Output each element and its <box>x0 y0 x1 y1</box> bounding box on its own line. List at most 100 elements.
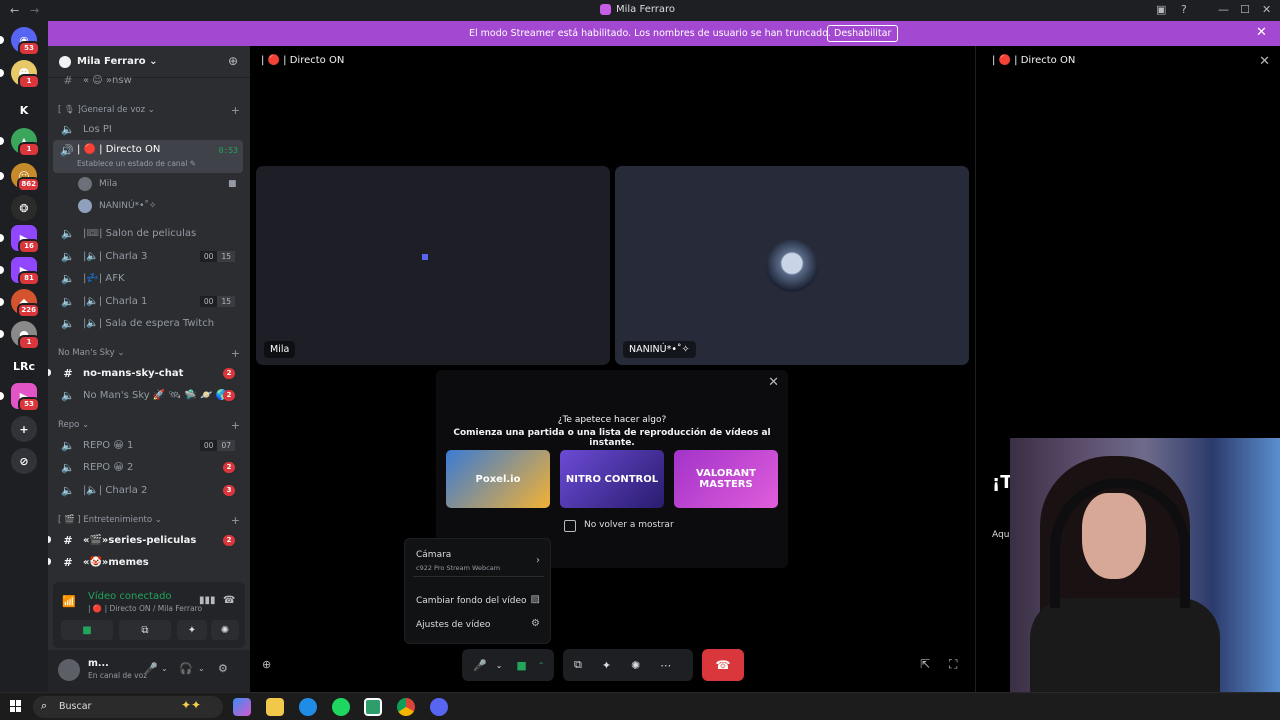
server-icon[interactable]: ▶ 81 <box>11 257 40 286</box>
invite-to-call-icon[interactable]: ⊕ <box>262 658 271 671</box>
category-no-mans-sky[interactable]: No Man's Sky ⌄ + <box>58 347 244 362</box>
server-icon[interactable]: ● 1 <box>11 321 40 350</box>
channel-memes[interactable]: # «🤡»memes <box>54 552 242 572</box>
camera-icon[interactable]: ■ <box>516 659 526 672</box>
server-icon[interactable]: ▶ 53 <box>11 383 40 412</box>
dont-show-checkbox[interactable] <box>564 520 576 532</box>
channel-no-mans-sky-voice[interactable]: 🔈 No Man's Sky 🚀 🛰 🛸 🪐 🌎 2 <box>54 385 242 405</box>
camera-toggle-button[interactable]: ■ <box>61 620 113 640</box>
soundboard-icon[interactable]: ✺ <box>631 659 640 672</box>
channel-directo-on[interactable]: 🔊 | 🔴 | Directo ON Establece un estado d… <box>53 140 243 173</box>
discord-icon[interactable] <box>430 698 448 716</box>
chevron-down-icon[interactable]: ⌄ <box>161 664 168 673</box>
leave-call-button[interactable]: ☎ <box>702 649 744 681</box>
video-settings-item[interactable]: Ajustes de vídeo <box>416 620 490 630</box>
invite-icon[interactable]: ⊕ <box>228 54 238 68</box>
edge-icon[interactable] <box>299 698 317 716</box>
channel-sala-espera[interactable]: 🔈 |🔈| Sala de espera Twitch <box>54 313 242 333</box>
category-general-voz[interactable]: [ 🎙 ]General de voz ⌄ + <box>58 104 244 119</box>
server-icon[interactable]: ▶ 16 <box>11 225 40 254</box>
channel-repo-2[interactable]: 🔈 REPO 😀 22 <box>54 457 242 477</box>
channel-status[interactable]: Establece un estado de canal ✎ <box>77 159 196 168</box>
file-explorer-icon[interactable] <box>266 698 284 716</box>
avatar[interactable] <box>58 659 80 681</box>
voice-user-mila[interactable]: Mila ■ <box>78 175 237 193</box>
chevron-down-icon[interactable]: ⌄ <box>496 661 503 670</box>
username[interactable]: m... <box>88 658 109 669</box>
help-icon[interactable]: ? <box>1181 3 1187 16</box>
voice-status[interactable]: Vídeo conectado <box>88 591 172 602</box>
minimize-button[interactable]: — <box>1218 3 1229 16</box>
channel-charla-3[interactable]: 🔈 |🔈| Charla 3 00 15 <box>54 246 242 266</box>
start-icon[interactable] <box>10 700 22 712</box>
server-icon[interactable]: ◆ 226 <box>11 289 40 318</box>
forward-icon[interactable]: → <box>30 4 39 17</box>
activity-icon[interactable]: ✦ <box>602 659 611 672</box>
copilot-icon[interactable] <box>233 698 251 716</box>
signal-icon[interactable]: 📶 <box>62 595 76 608</box>
banner-close-icon[interactable]: ✕ <box>1256 25 1267 40</box>
chrome-icon[interactable] <box>397 698 415 716</box>
server-icon[interactable]: + <box>11 416 37 442</box>
channel-nsw[interactable]: # « ☺ »nsw <box>54 70 242 90</box>
game-card-valorant[interactable]: VALORANT MASTERS <box>674 450 778 508</box>
camera-menu-item[interactable]: Cámara <box>416 550 451 560</box>
microphone-icon[interactable]: 🎤 <box>473 659 487 672</box>
channel-repo-1[interactable]: 🔈 REPO 😀 1 00 07 <box>54 435 242 455</box>
close-window-button[interactable]: ✕ <box>1262 3 1271 16</box>
game-card-nitro-control[interactable]: NITRO CONTROL <box>560 450 664 508</box>
channel-charla-1[interactable]: 🔈 |🔈| Charla 1 00 15 <box>54 291 242 311</box>
screen-share-icon[interactable]: ⧉ <box>574 658 582 672</box>
dont-show-label[interactable]: No volver a mostrar <box>584 520 674 530</box>
noise-suppression-icon[interactable]: ▮▮▮ <box>199 595 216 606</box>
disable-streamer-button[interactable]: Deshabilitar <box>827 25 899 42</box>
close-icon[interactable]: ✕ <box>768 375 779 390</box>
voice-channel-path[interactable]: | 🔴 | Directo ON / Mila Ferraro <box>88 604 202 613</box>
close-icon[interactable]: ✕ <box>1259 54 1270 69</box>
more-icon[interactable]: ⋯ <box>660 659 671 672</box>
spotify-icon[interactable] <box>332 698 350 716</box>
add-channel-icon[interactable]: + <box>231 514 240 527</box>
fullscreen-icon[interactable]: ⛶ <box>949 657 957 672</box>
soundboard-button[interactable]: ✺ <box>211 620 239 640</box>
add-channel-icon[interactable]: + <box>231 419 240 432</box>
chevron-down-icon[interactable]: ⌄ <box>198 664 205 673</box>
voice-user-naninu[interactable]: NANINÚ*•˚✧ <box>78 197 156 215</box>
add-channel-icon[interactable]: + <box>231 347 240 360</box>
taskbar-search[interactable]: ⌕ Buscar ✦✦ <box>33 696 223 718</box>
server-name[interactable]: Mila Ferraro ⌄ <box>77 56 158 67</box>
inbox-icon[interactable]: ▣ <box>1156 3 1166 16</box>
settings-icon[interactable]: ⚙ <box>218 662 228 675</box>
channel-charla-2[interactable]: 🔈 |🔈| Charla 23 <box>54 480 242 500</box>
channel-no-mans-sky-chat[interactable]: # no-mans-sky-chat 2 <box>54 363 242 383</box>
video-tile-naninu[interactable]: NANINÚ*•˚✧ <box>615 166 969 365</box>
change-background-item[interactable]: Cambiar fondo del vídeo <box>416 596 527 606</box>
video-tile-mila[interactable]: Mila <box>256 166 610 365</box>
disconnect-icon[interactable]: ☎ <box>223 595 235 606</box>
server-icon[interactable]: ☻ 1 <box>11 60 40 89</box>
microphone-icon[interactable]: 🎤 <box>144 662 158 675</box>
category-repo[interactable]: Repo ⌄ + <box>58 419 244 434</box>
app-icon[interactable] <box>364 698 382 716</box>
headphones-icon[interactable]: 🎧 <box>179 662 193 675</box>
channel-los-pi[interactable]: 🔈 Los PI <box>54 119 242 139</box>
server-icon[interactable]: ⊘ <box>11 448 37 474</box>
server-icon[interactable]: ☺ 862 <box>11 163 40 192</box>
server-icon[interactable]: ▲ 1 <box>11 128 40 157</box>
channel-salon[interactable]: 🔈 |🎟| Salon de peliculas <box>54 223 242 243</box>
channel-afk[interactable]: 🔈 |💤| AFK <box>54 268 242 288</box>
back-icon[interactable]: ← <box>10 4 19 17</box>
add-channel-icon[interactable]: + <box>231 104 240 117</box>
popout-icon[interactable]: ⇱ <box>920 657 930 671</box>
channel-series-peliculas[interactable]: # «🎬»series-peliculas 2 <box>54 530 242 550</box>
activities-button[interactable]: ✦ <box>177 620 207 640</box>
category-entretenimiento[interactable]: [ 🎬 ] Entretenimiento ⌄ + <box>58 514 244 529</box>
server-icon[interactable]: K <box>11 97 37 123</box>
server-icon[interactable]: LRc <box>11 353 37 379</box>
server-icon[interactable]: ◉ 53 <box>11 27 40 56</box>
game-card-poxel[interactable]: Poxel.io <box>446 450 550 508</box>
server-icon[interactable]: ❂ <box>11 195 37 221</box>
chevron-up-icon[interactable]: ⌃ <box>538 661 545 670</box>
share-screen-button[interactable]: ⧉ <box>119 620 171 640</box>
maximize-button[interactable]: ☐ <box>1240 3 1250 16</box>
